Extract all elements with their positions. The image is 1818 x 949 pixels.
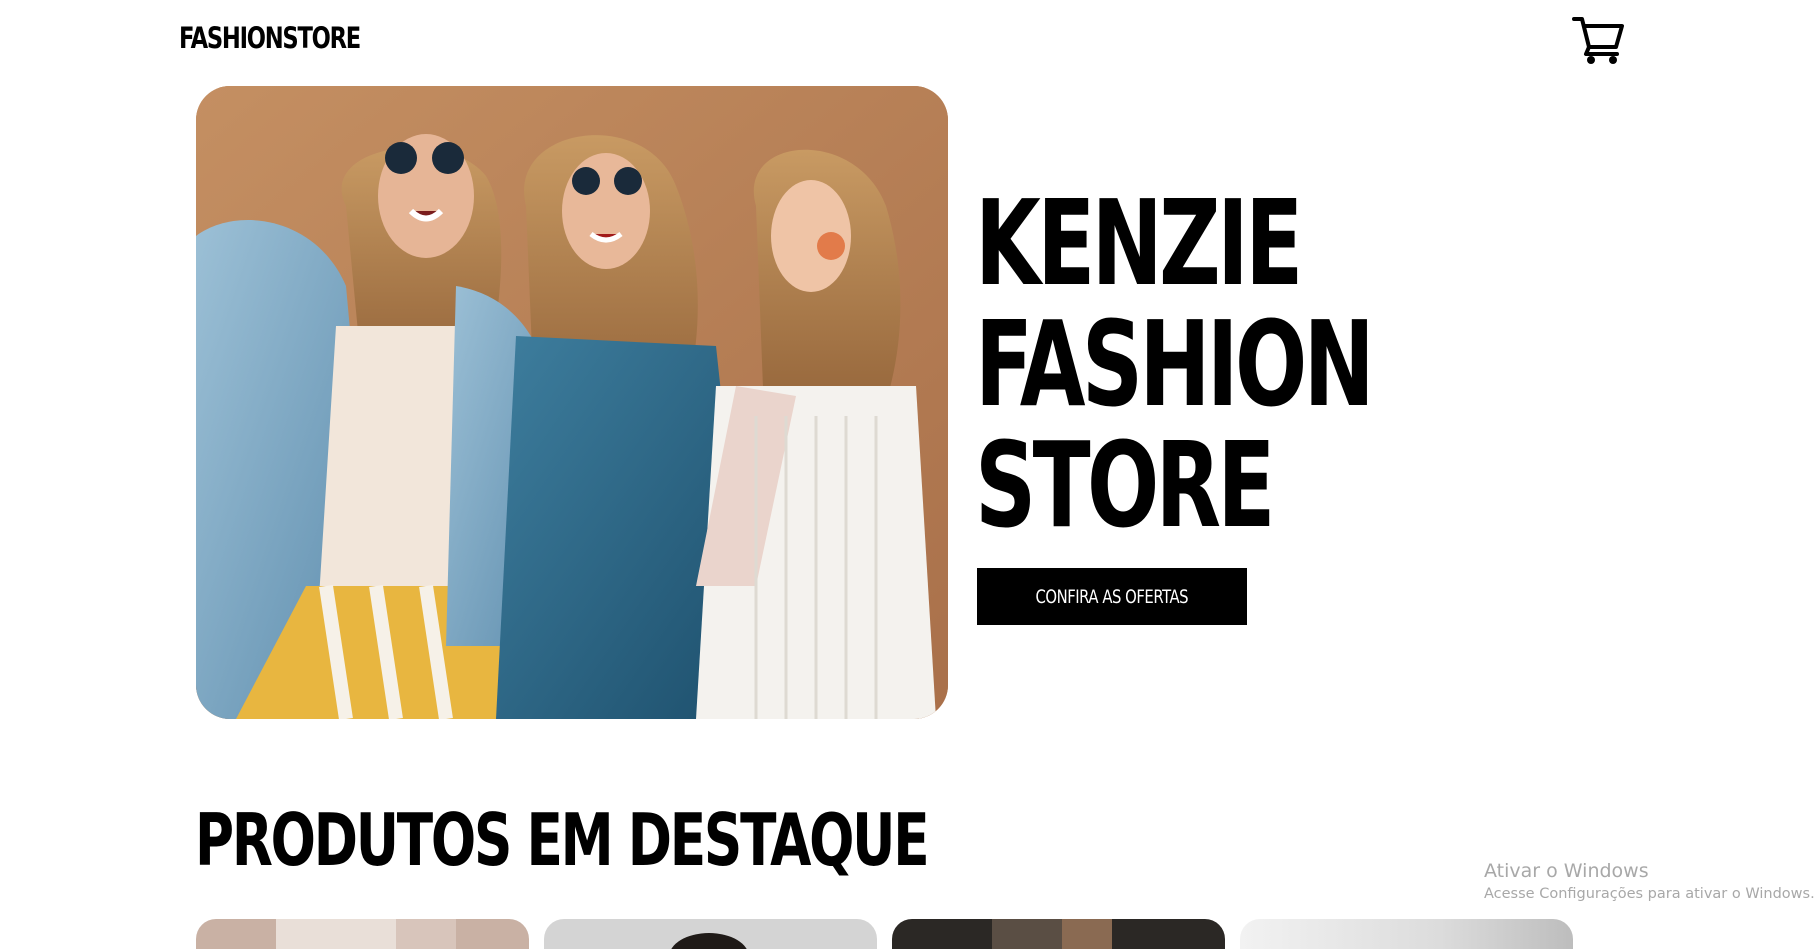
hero-title-line-3: STORE [975, 416, 1275, 554]
product-card[interactable] [1240, 919, 1573, 949]
windows-activation-watermark: Ativar o Windows Acesse Configurações pa… [1484, 858, 1815, 904]
shopping-cart-icon[interactable] [1570, 10, 1626, 66]
product-image-4 [1240, 919, 1573, 949]
product-image-1 [196, 919, 529, 949]
product-image-3 [892, 919, 1225, 949]
see-offers-button[interactable]: CONFIRA AS OFERTAS [977, 568, 1247, 625]
product-card[interactable] [892, 919, 1225, 949]
featured-products-title: PRODUTOS EM DESTAQUE [195, 798, 930, 882]
hero-image [196, 86, 948, 719]
hero-title-line-2: FASHION [975, 295, 1375, 433]
page: FASHIONSTORE KENZIE FASHION STORE CONFIR… [0, 0, 1818, 949]
hero-title-line-1: KENZIE [975, 174, 1303, 312]
product-image-2 [544, 919, 877, 949]
see-offers-label: CONFIRA AS OFERTAS [1035, 585, 1189, 608]
product-card[interactable] [196, 919, 529, 949]
hero-title: KENZIE FASHION STORE [975, 183, 1495, 546]
watermark-subtitle: Acesse Configurações para ativar o Windo… [1484, 886, 1815, 902]
product-card[interactable] [544, 919, 877, 949]
logo[interactable]: FASHIONSTORE [179, 18, 361, 58]
watermark-title: Ativar o Windows [1484, 860, 1649, 882]
product-list [196, 919, 1573, 949]
